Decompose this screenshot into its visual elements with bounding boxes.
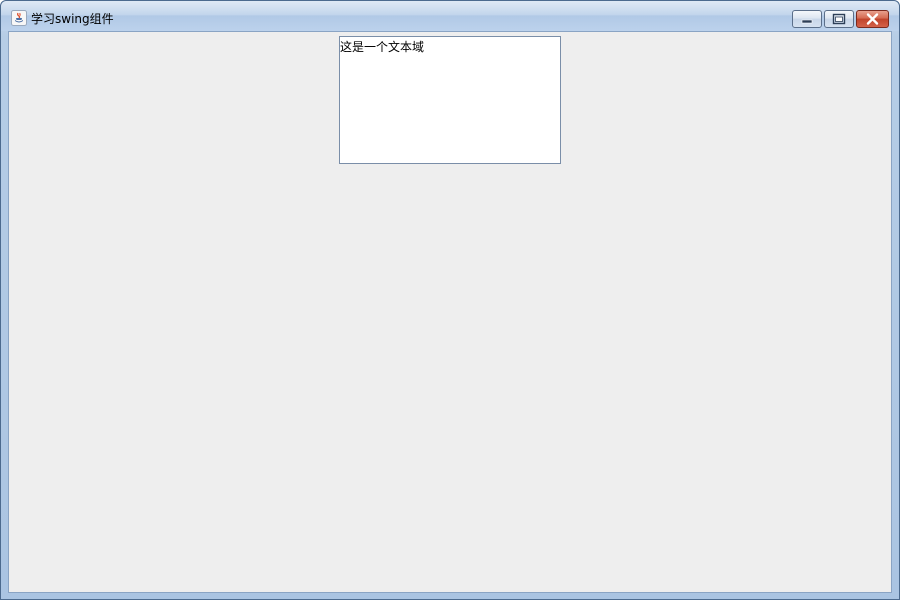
close-icon [866,13,879,25]
content-pane: 这是一个文本域 [8,31,892,593]
caption-buttons [790,10,889,28]
java-cup-icon [11,10,27,26]
maximize-icon [832,13,846,25]
minimize-button[interactable] [792,10,822,28]
minimize-icon [801,19,813,24]
maximize-button[interactable] [824,10,854,28]
close-button[interactable] [856,10,889,28]
window-title: 学习swing组件 [31,12,114,26]
app-window: 学习swing组件 这是一个文本域 [0,0,900,600]
title-bar[interactable]: 学习swing组件 [1,1,899,31]
text-area[interactable]: 这是一个文本域 [339,36,561,164]
